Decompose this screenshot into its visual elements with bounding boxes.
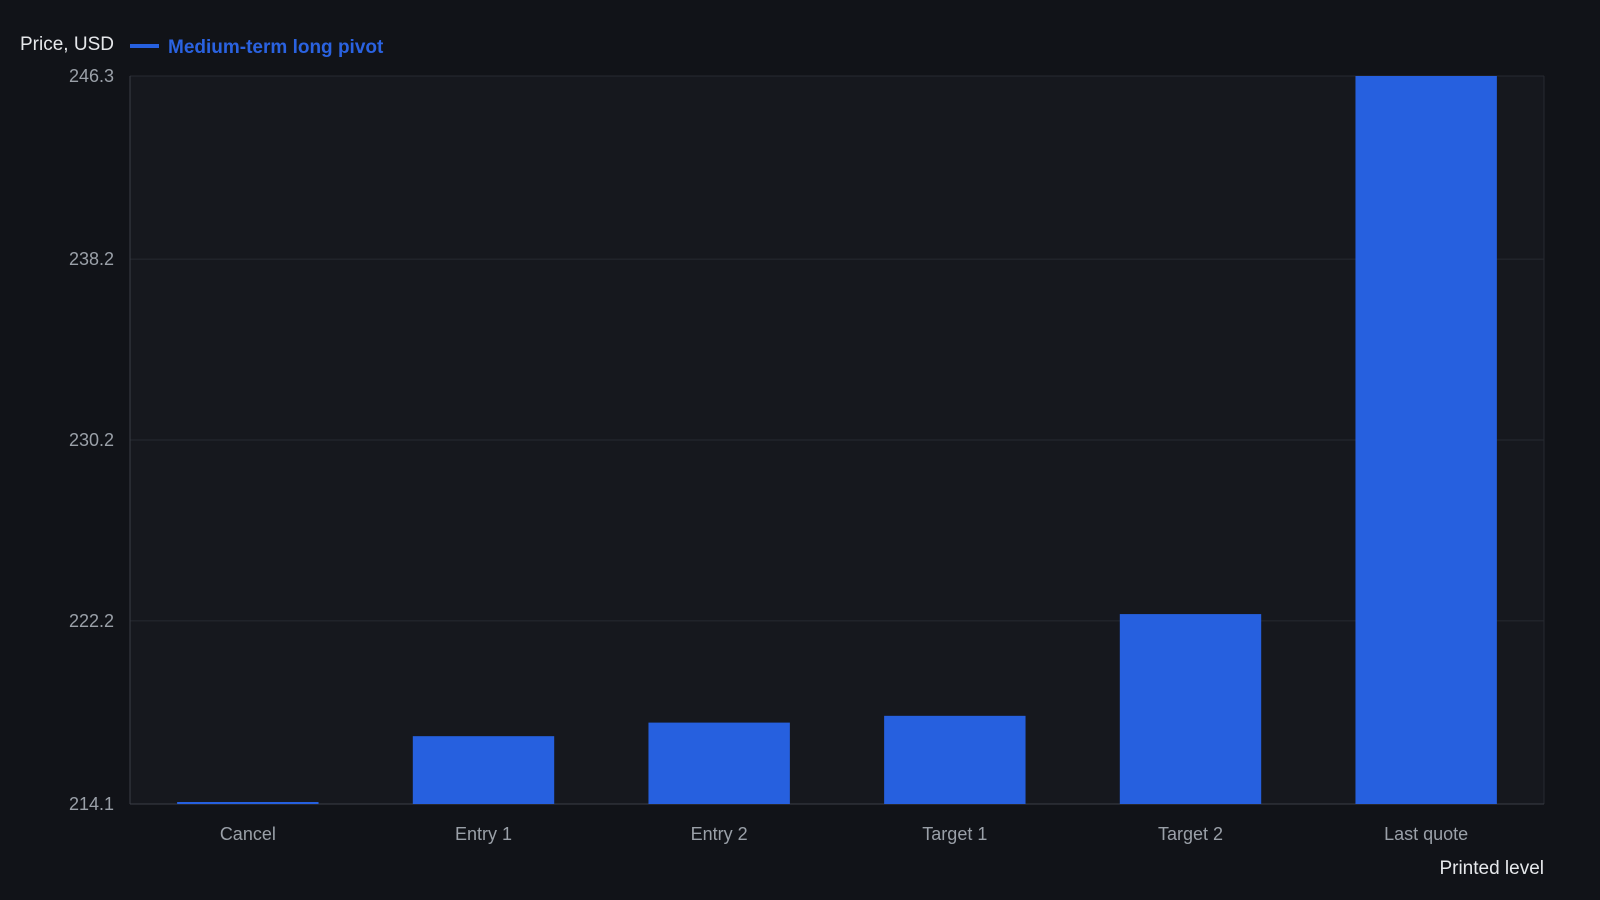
y-tick-label: 222.2 <box>69 611 114 631</box>
bar-entry-2[interactable] <box>648 722 790 804</box>
y-axis-title: Price, USD <box>20 34 114 55</box>
legend[interactable]: Medium-term long pivot <box>130 37 384 58</box>
x-tick-label: Target 1 <box>922 824 987 844</box>
x-tick-label: Target 2 <box>1158 824 1223 844</box>
bar-target-1[interactable] <box>884 715 1026 804</box>
x-tick-label: Last quote <box>1384 824 1468 844</box>
bar-cancel[interactable] <box>177 802 319 804</box>
y-axis-ticks: 214.1 222.2 230.2 238.2 246.3 <box>69 66 114 814</box>
x-tick-label: Entry 1 <box>455 824 512 844</box>
legend-label: Medium-term long pivot <box>168 37 384 58</box>
x-axis-ticks: Cancel Entry 1 Entry 2 Target 1 Target 2 Last… <box>220 824 1468 844</box>
bar-entry-1[interactable] <box>412 736 555 804</box>
y-tick-label: 230.2 <box>69 430 114 450</box>
x-axis-title: Printed level <box>1439 858 1544 879</box>
bar-chart: 214.1 222.2 230.2 238.2 246.3 Cancel Entry 1 E… <box>20 34 1545 879</box>
y-tick-label: 214.1 <box>69 794 114 814</box>
bar-target-2[interactable] <box>1119 614 1262 804</box>
y-tick-label: 246.3 <box>69 66 114 86</box>
x-tick-label: Cancel <box>220 824 276 844</box>
x-tick-label: Entry 2 <box>691 824 748 844</box>
chart-container: 214.1 222.2 230.2 238.2 246.3 Cancel Entry 1 E… <box>0 0 1600 900</box>
y-tick-label: 238.2 <box>69 249 114 269</box>
bar-last-quote[interactable] <box>1355 76 1497 804</box>
